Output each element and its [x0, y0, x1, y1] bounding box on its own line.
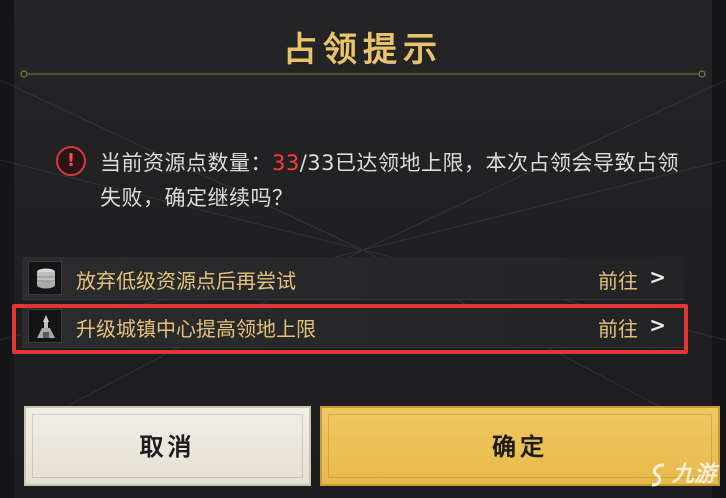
- dialog-title: 占领提示: [283, 30, 443, 70]
- option-upgrade-town-center[interactable]: 升级城镇中心提高领地上限 前往 >: [22, 305, 684, 348]
- chevron-right-icon: >: [649, 313, 666, 337]
- chevron-right-icon: >: [649, 265, 666, 289]
- watermark: 九游: [648, 456, 716, 488]
- resource-count-current: 33: [272, 151, 300, 175]
- watermark-logo-icon: [651, 463, 665, 487]
- option-label: 升级城镇中心提高领地上限: [76, 317, 316, 341]
- warning-icon: !: [56, 146, 86, 176]
- message-prefix: 当前资源点数量：: [100, 151, 272, 175]
- coin-stack-icon: [28, 261, 62, 295]
- occupy-dialog: 占领提示 ! 当前资源点数量：33/33已达领地上限，本次占领会导致占领失败，确…: [0, 0, 726, 498]
- option-abandon-resource[interactable]: 放弃低级资源点后再尝试 前往 >: [22, 257, 684, 300]
- option-label: 放弃低级资源点后再尝试: [76, 269, 296, 293]
- town-center-icon: [28, 309, 62, 343]
- title-divider: [20, 70, 706, 78]
- background-pattern: [0, 80, 726, 410]
- option-go-link[interactable]: 前往: [598, 313, 638, 342]
- cancel-button-label: 取消: [139, 433, 196, 461]
- watermark-text: 九游: [671, 462, 716, 487]
- cancel-button[interactable]: 取消: [24, 406, 311, 486]
- warning-message: 当前资源点数量：33/33已达领地上限，本次占领会导致占领失败，确定继续吗？: [100, 146, 700, 216]
- option-go-link[interactable]: 前往: [598, 265, 638, 294]
- confirm-button-label: 确定: [492, 433, 548, 461]
